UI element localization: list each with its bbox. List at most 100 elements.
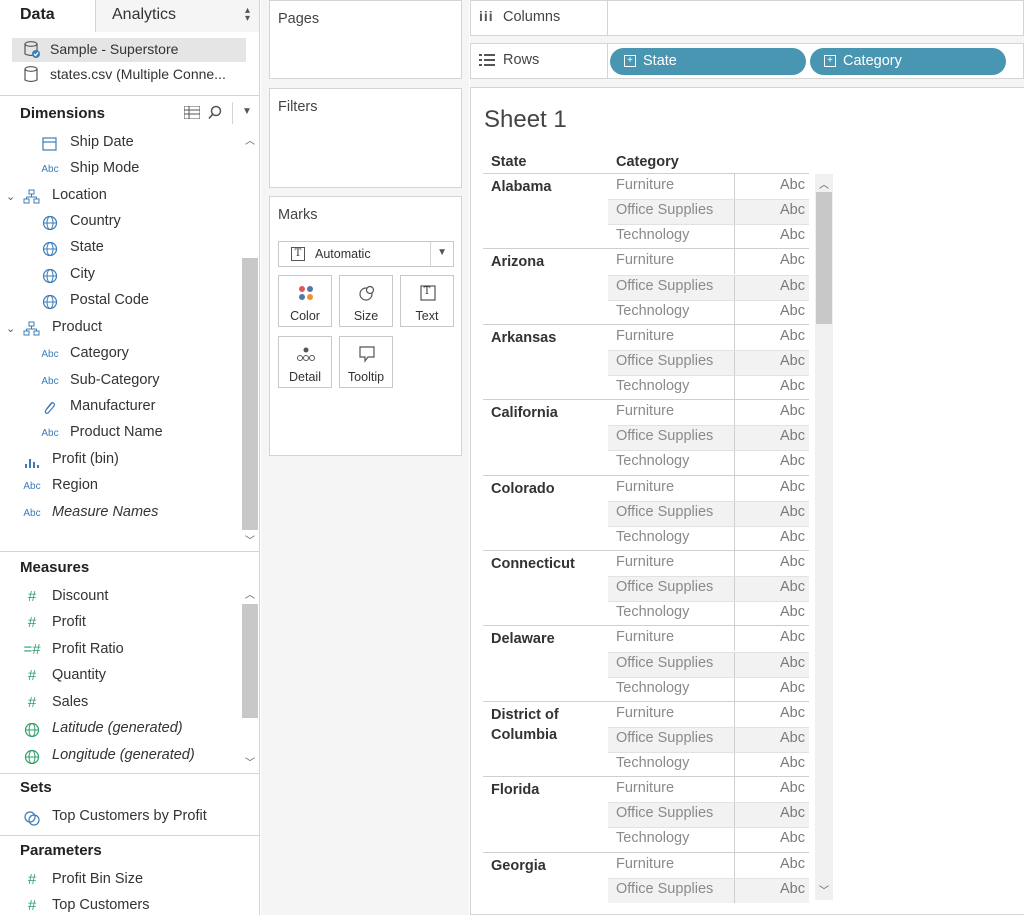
col-header-state[interactable]: State [491,154,526,170]
filters-card[interactable]: Filters [269,88,462,188]
table-cell[interactable]: Abc [734,802,809,828]
category-header-cell[interactable]: Technology [608,375,734,400]
sheet-scrollbar[interactable]: ︿ ﹀ [815,174,833,900]
table-cell[interactable]: Abc [734,224,809,250]
category-header-cell[interactable]: Technology [608,752,734,777]
category-header-cell[interactable]: Office Supplies [608,349,734,375]
sheet-title[interactable]: Sheet 1 [484,106,567,134]
state-header-cell[interactable]: Alabama [491,177,609,197]
table-cell[interactable]: Abc [734,400,809,426]
state-header-cell[interactable]: Arizona [491,252,609,272]
category-header-cell[interactable]: Office Supplies [608,877,734,903]
marks-color-button[interactable]: Color [278,275,332,327]
marks-tooltip-button[interactable]: Tooltip [339,336,393,388]
table-cell[interactable]: Abc [734,174,809,199]
pill-state[interactable]: + State [610,48,806,75]
category-header-cell[interactable]: Furniture [608,325,734,350]
chevron-down-icon[interactable]: ▼ [242,106,252,117]
table-cell[interactable]: Abc [734,551,809,576]
table-cell[interactable]: Abc [734,450,809,476]
collapse-caret-icon[interactable]: ⌄ [6,190,15,203]
category-header-cell[interactable]: Office Supplies [608,425,734,451]
marks-size-button[interactable]: Size [339,275,393,327]
table-cell[interactable]: Abc [734,877,809,903]
datasource-states-csv[interactable]: states.csv (Multiple Conne... [12,63,246,87]
table-cell[interactable]: Abc [734,525,809,551]
table-cell[interactable]: Abc [734,752,809,778]
table-cell[interactable]: Abc [734,701,809,727]
state-header-cell[interactable]: Arkansas [491,328,609,348]
table-cell[interactable]: Abc [734,349,809,375]
table-cell[interactable]: Abc [734,475,809,501]
category-header-cell[interactable]: Furniture [608,400,734,425]
table-cell[interactable]: Abc [734,249,809,275]
pill-category[interactable]: + Category [810,48,1006,75]
state-header-cell[interactable]: District of Columbia [491,705,609,745]
table-cell[interactable]: Abc [734,199,809,225]
search-icon[interactable] [208,105,222,120]
category-header-cell[interactable]: Technology [608,526,734,551]
tab-analytics[interactable]: Analytics ▴ ▾ [96,0,259,32]
tab-data[interactable]: Data [0,0,96,32]
category-header-cell[interactable]: Furniture [608,777,734,802]
collapse-caret-icon[interactable]: ⌄ [6,322,15,335]
rows-shelf[interactable]: Rows + State + Category [470,43,1024,79]
measures-scrollbar[interactable]: ︿ ﹀ [241,584,259,772]
state-header-cell[interactable]: Colorado [491,479,609,499]
category-header-cell[interactable]: Furniture [608,626,734,651]
category-header-cell[interactable]: Office Supplies [608,802,734,828]
category-header-cell[interactable]: Technology [608,224,734,249]
category-header-cell[interactable]: Office Supplies [608,500,734,526]
category-header-cell[interactable]: Furniture [608,174,734,199]
table-cell[interactable]: Abc [734,726,809,752]
category-header-cell[interactable]: Office Supplies [608,651,734,677]
state-header-cell[interactable]: Connecticut [491,554,609,574]
table-cell[interactable]: Abc [734,375,809,401]
category-header-cell[interactable]: Furniture [608,702,734,727]
scroll-down-icon[interactable]: ﹀ [241,754,259,769]
mark-type-dropdown[interactable]: T Automatic ▼ [278,241,454,267]
category-header-cell[interactable]: Technology [608,300,734,325]
table-cell[interactable]: Abc [734,827,809,853]
expand-plus-icon[interactable]: + [824,55,836,67]
state-header-cell[interactable]: Florida [491,780,609,800]
table-cell[interactable]: Abc [734,852,809,878]
chevron-down-icon[interactable]: ▼ [437,247,447,258]
expand-plus-icon[interactable]: + [624,55,636,67]
scroll-thumb[interactable] [242,258,258,530]
list-view-icon[interactable] [184,106,200,119]
category-header-cell[interactable]: Furniture [608,551,734,576]
category-header-cell[interactable]: Office Supplies [608,576,734,602]
datasource-superstore[interactable]: Sample - Superstore [12,38,246,62]
category-header-cell[interactable]: Office Supplies [608,199,734,225]
category-header-cell[interactable]: Office Supplies [608,726,734,752]
category-header-cell[interactable]: Furniture [608,249,734,274]
dimensions-scrollbar[interactable]: ︿ ﹀ [241,130,259,550]
table-cell[interactable]: Abc [734,324,809,350]
scroll-up-icon[interactable]: ︿ [241,586,259,601]
scroll-down-icon[interactable]: ﹀ [241,532,259,547]
table-cell[interactable]: Abc [734,626,809,652]
tab-menu-arrows-icon[interactable]: ▴ ▾ [245,6,250,24]
state-header-cell[interactable]: California [491,403,609,423]
scroll-thumb[interactable] [242,604,258,718]
table-cell[interactable]: Abc [734,601,809,627]
category-header-cell[interactable]: Office Supplies [608,274,734,300]
table-cell[interactable]: Abc [734,777,809,803]
table-cell[interactable]: Abc [734,676,809,702]
category-header-cell[interactable]: Technology [608,827,734,852]
category-header-cell[interactable]: Technology [608,677,734,702]
category-header-cell[interactable]: Furniture [608,476,734,501]
marks-text-button[interactable]: T Text [400,275,454,327]
table-cell[interactable]: Abc [734,274,809,300]
marks-detail-button[interactable]: Detail [278,336,332,388]
table-cell[interactable]: Abc [734,299,809,325]
scroll-thumb[interactable] [816,192,832,324]
pages-card[interactable]: Pages [269,0,462,79]
table-cell[interactable]: Abc [734,576,809,602]
columns-shelf[interactable]: iii Columns [470,0,1024,36]
state-header-cell[interactable]: Delaware [491,629,609,649]
category-header-cell[interactable]: Technology [608,450,734,475]
scroll-up-icon[interactable]: ︿ [815,176,833,191]
table-cell[interactable]: Abc [734,651,809,677]
